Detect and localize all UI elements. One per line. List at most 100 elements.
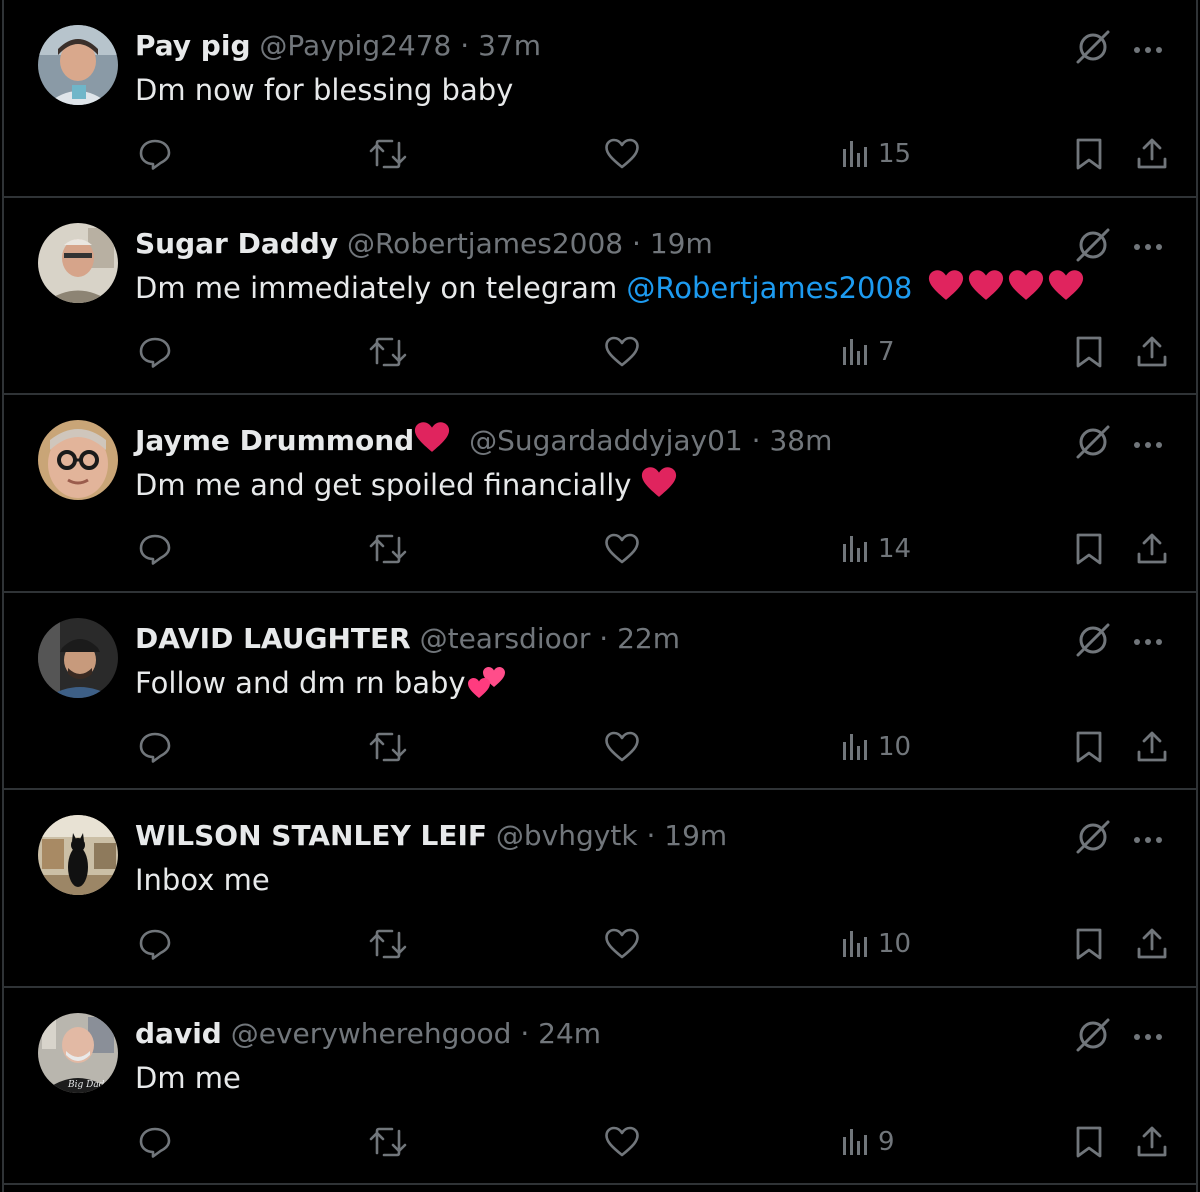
share-icon[interactable] — [1136, 132, 1168, 176]
separator-dot: · — [520, 1016, 530, 1050]
display-name[interactable]: Sugar Daddy — [135, 227, 338, 260]
tweet-action-bar: 15 — [134, 132, 1174, 176]
like-icon[interactable] — [604, 725, 640, 769]
display-name[interactable]: Pay pig — [135, 29, 251, 62]
views-bar-chart-icon — [840, 534, 870, 564]
views-button[interactable]: 15 — [840, 132, 911, 176]
avatar[interactable] — [38, 617, 118, 698]
tweet[interactable]: Big Daddy david @everywherehgood · 24m D… — [4, 988, 1196, 1185]
timestamp[interactable]: 38m — [769, 424, 832, 457]
reply-icon[interactable] — [138, 725, 172, 769]
user-handle[interactable]: @everywherehgood — [231, 1017, 512, 1050]
like-icon[interactable] — [604, 527, 640, 571]
user-handle[interactable]: @Paypig2478 — [259, 29, 451, 62]
tweet-header: DAVID LAUGHTER @tearsdioor · 22m — [135, 619, 680, 659]
tweet-header: Jayme Drummond @Sugardaddyjay01 · 38m — [135, 421, 832, 461]
tweet-action-bar: 10 — [134, 922, 1174, 966]
display-name[interactable]: DAVID LAUGHTER — [135, 622, 411, 655]
reply-icon[interactable] — [138, 132, 172, 176]
heart-emoji-icon — [968, 269, 1004, 302]
reply-icon[interactable] — [138, 1120, 172, 1164]
tweet[interactable]: Jayme Drummond @Sugardaddyjay01 · 38m Dm… — [4, 395, 1196, 593]
share-icon[interactable] — [1136, 330, 1168, 374]
avatar[interactable] — [38, 25, 118, 105]
bookmark-icon[interactable] — [1074, 330, 1104, 374]
retweet-icon[interactable] — [368, 725, 408, 769]
tweet[interactable]: DAVID LAUGHTER @tearsdioor · 22m Follow … — [4, 593, 1196, 790]
retweet-icon[interactable] — [368, 527, 408, 571]
more-dots-icon[interactable] — [1132, 830, 1164, 849]
more-dots-icon[interactable] — [1132, 40, 1164, 59]
tweet-top-actions — [1074, 226, 1164, 268]
tweet-text: Inbox me — [135, 860, 270, 900]
share-icon[interactable] — [1136, 922, 1168, 966]
bookmark-icon[interactable] — [1074, 1120, 1104, 1164]
like-icon[interactable] — [604, 922, 640, 966]
tweet[interactable]: WILSON STANLEY LEIF @bvhgytk · 19m Inbox… — [4, 790, 1196, 988]
share-icon[interactable] — [1136, 725, 1168, 769]
share-icon[interactable] — [1136, 527, 1168, 571]
views-button[interactable]: 10 — [840, 725, 911, 769]
slashed-circle-icon[interactable] — [1074, 226, 1112, 268]
share-icon[interactable] — [1136, 1120, 1168, 1164]
slashed-circle-icon[interactable] — [1074, 423, 1112, 465]
slashed-circle-icon[interactable] — [1074, 621, 1112, 663]
separator-dot: · — [460, 29, 470, 62]
more-dots-icon[interactable] — [1132, 237, 1164, 256]
views-count: 10 — [878, 929, 912, 959]
display-name[interactable]: david — [135, 1017, 222, 1050]
views-button[interactable]: 7 — [840, 330, 895, 374]
bookmark-icon[interactable] — [1074, 725, 1104, 769]
views-button[interactable]: 10 — [840, 922, 911, 966]
timestamp[interactable]: 22m — [617, 622, 680, 655]
user-handle[interactable]: @Robertjames2008 — [347, 227, 623, 260]
avatar[interactable] — [38, 222, 118, 303]
retweet-icon[interactable] — [368, 922, 408, 966]
user-handle[interactable]: @bvhgytk — [496, 819, 638, 852]
slashed-circle-icon[interactable] — [1074, 1016, 1112, 1058]
slashed-circle-icon[interactable] — [1074, 28, 1112, 70]
tweet[interactable]: Sugar Daddy @Robertjames2008 · 19m Dm me… — [4, 198, 1196, 395]
reply-icon[interactable] — [138, 527, 172, 571]
timestamp[interactable]: 19m — [650, 227, 713, 260]
views-bar-chart-icon — [840, 732, 870, 762]
reply-icon[interactable] — [138, 330, 172, 374]
bookmark-icon[interactable] — [1074, 922, 1104, 966]
like-icon[interactable] — [604, 1120, 640, 1164]
bookmark-icon[interactable] — [1074, 132, 1104, 176]
tweet[interactable]: Pay pig @Paypig2478 · 37m Dm now for ble… — [4, 0, 1196, 198]
more-dots-icon[interactable] — [1132, 435, 1164, 454]
reply-icon[interactable] — [138, 922, 172, 966]
retweet-icon[interactable] — [368, 132, 408, 176]
views-bar-chart-icon — [840, 139, 870, 169]
timestamp[interactable]: 19m — [664, 819, 727, 852]
timestamp[interactable]: 37m — [478, 29, 541, 62]
tweet-header: WILSON STANLEY LEIF @bvhgytk · 19m — [135, 816, 727, 856]
views-button[interactable]: 14 — [840, 527, 911, 571]
timestamp[interactable]: 24m — [538, 1017, 601, 1050]
display-name[interactable]: Jayme Drummond — [135, 424, 414, 457]
tweet-text: Dm me — [135, 1058, 241, 1098]
slashed-circle-icon[interactable] — [1074, 818, 1112, 860]
tweet-action-bar: 7 — [134, 330, 1174, 374]
tweet-body: Dm me and get spoiled financially — [135, 468, 641, 502]
avatar[interactable]: Big Daddy — [38, 1012, 118, 1093]
views-button[interactable]: 9 — [840, 1120, 895, 1164]
retweet-icon[interactable] — [368, 1120, 408, 1164]
views-bar-chart-icon — [840, 929, 870, 959]
retweet-icon[interactable] — [368, 330, 408, 374]
like-icon[interactable] — [604, 330, 640, 374]
heart-emoji-icon — [1048, 269, 1084, 302]
user-handle[interactable]: @Sugardaddyjay01 — [469, 424, 743, 457]
tweet-top-actions — [1074, 28, 1164, 70]
mention-link[interactable]: @Robertjames2008 — [626, 271, 912, 305]
more-dots-icon[interactable] — [1132, 632, 1164, 651]
display-name[interactable]: WILSON STANLEY LEIF — [135, 819, 487, 852]
tweet-header: david @everywherehgood · 24m — [135, 1014, 601, 1054]
like-icon[interactable] — [604, 132, 640, 176]
avatar[interactable] — [38, 815, 118, 895]
user-handle[interactable]: @tearsdioor — [420, 622, 591, 655]
more-dots-icon[interactable] — [1132, 1027, 1164, 1046]
bookmark-icon[interactable] — [1074, 527, 1104, 571]
avatar[interactable] — [38, 420, 118, 500]
